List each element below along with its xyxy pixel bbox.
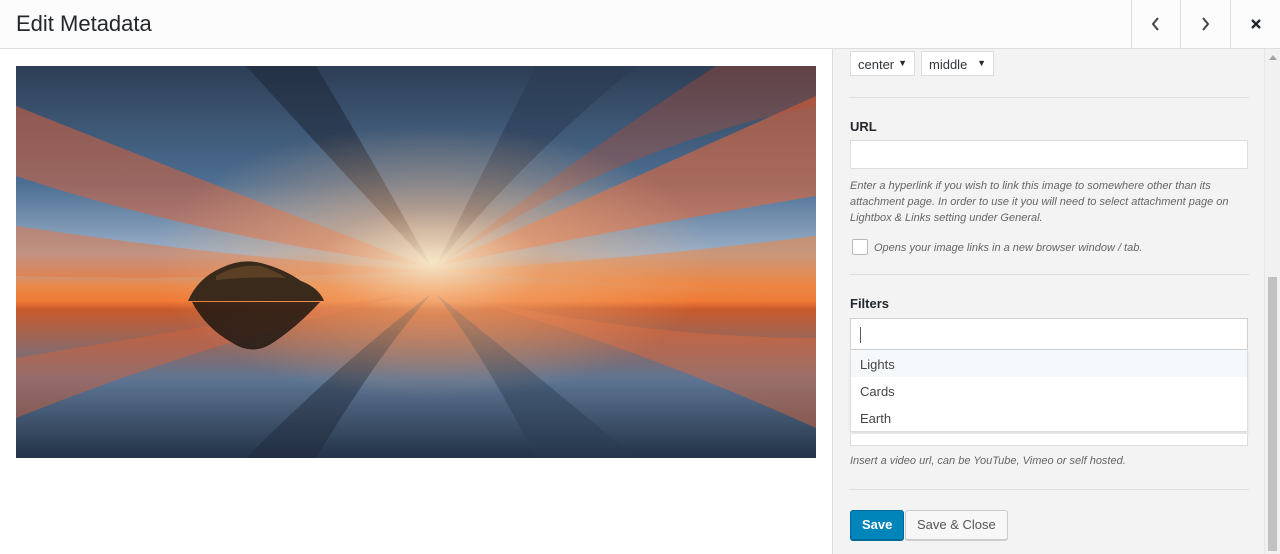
- chevron-left-icon: [1151, 17, 1159, 31]
- video-url-input[interactable]: [850, 434, 1248, 446]
- scrollbar-thumb[interactable]: [1268, 277, 1277, 551]
- divider: [849, 489, 1249, 490]
- url-input[interactable]: [850, 140, 1248, 169]
- filters-label: Filters: [850, 296, 890, 311]
- video-url-description: Insert a video url, can be YouTube, Vime…: [850, 455, 1126, 467]
- caret-down-icon: ▼: [977, 58, 986, 68]
- text-cursor: [860, 327, 861, 343]
- page-title: Edit Metadata: [16, 11, 152, 36]
- caret-down-icon: ▼: [898, 58, 907, 68]
- filters-input[interactable]: [850, 318, 1248, 350]
- close-button[interactable]: [1230, 0, 1280, 48]
- url-label: URL: [850, 119, 877, 134]
- divider: [849, 97, 1249, 98]
- next-button[interactable]: [1180, 0, 1228, 48]
- divider: [849, 274, 1249, 275]
- new-window-label: Opens your image links in a new browser …: [874, 242, 1143, 254]
- url-description: Enter a hyperlink if you wish to link th…: [850, 180, 1229, 224]
- save-close-button[interactable]: Save & Close: [905, 510, 1008, 540]
- modal-header: Edit Metadata: [0, 0, 1280, 49]
- save-button[interactable]: Save: [850, 510, 905, 540]
- sidebar-scrollbar[interactable]: [1264, 49, 1280, 554]
- scroll-up-icon[interactable]: [1269, 55, 1277, 60]
- metadata-sidebar: center ▼ middle ▼ URL Enter a hyperlink …: [832, 49, 1280, 554]
- new-window-checkbox[interactable]: [852, 239, 868, 255]
- vertical-align-select[interactable]: middle ▼: [921, 51, 994, 76]
- vertical-align-value: middle: [929, 57, 968, 72]
- chevron-right-icon: [1201, 17, 1209, 31]
- horizontal-align-select[interactable]: center ▼: [850, 51, 915, 76]
- image-preview: [16, 66, 816, 458]
- filters-dropdown: Lights Cards Earth: [850, 350, 1248, 432]
- filter-option-cards[interactable]: Cards: [851, 377, 1247, 404]
- filter-option-earth[interactable]: Earth: [851, 404, 1247, 431]
- previous-button[interactable]: [1131, 0, 1179, 48]
- close-icon: [1250, 19, 1261, 29]
- filter-option-lights[interactable]: Lights: [851, 350, 1247, 377]
- horizontal-align-value: center: [858, 57, 895, 72]
